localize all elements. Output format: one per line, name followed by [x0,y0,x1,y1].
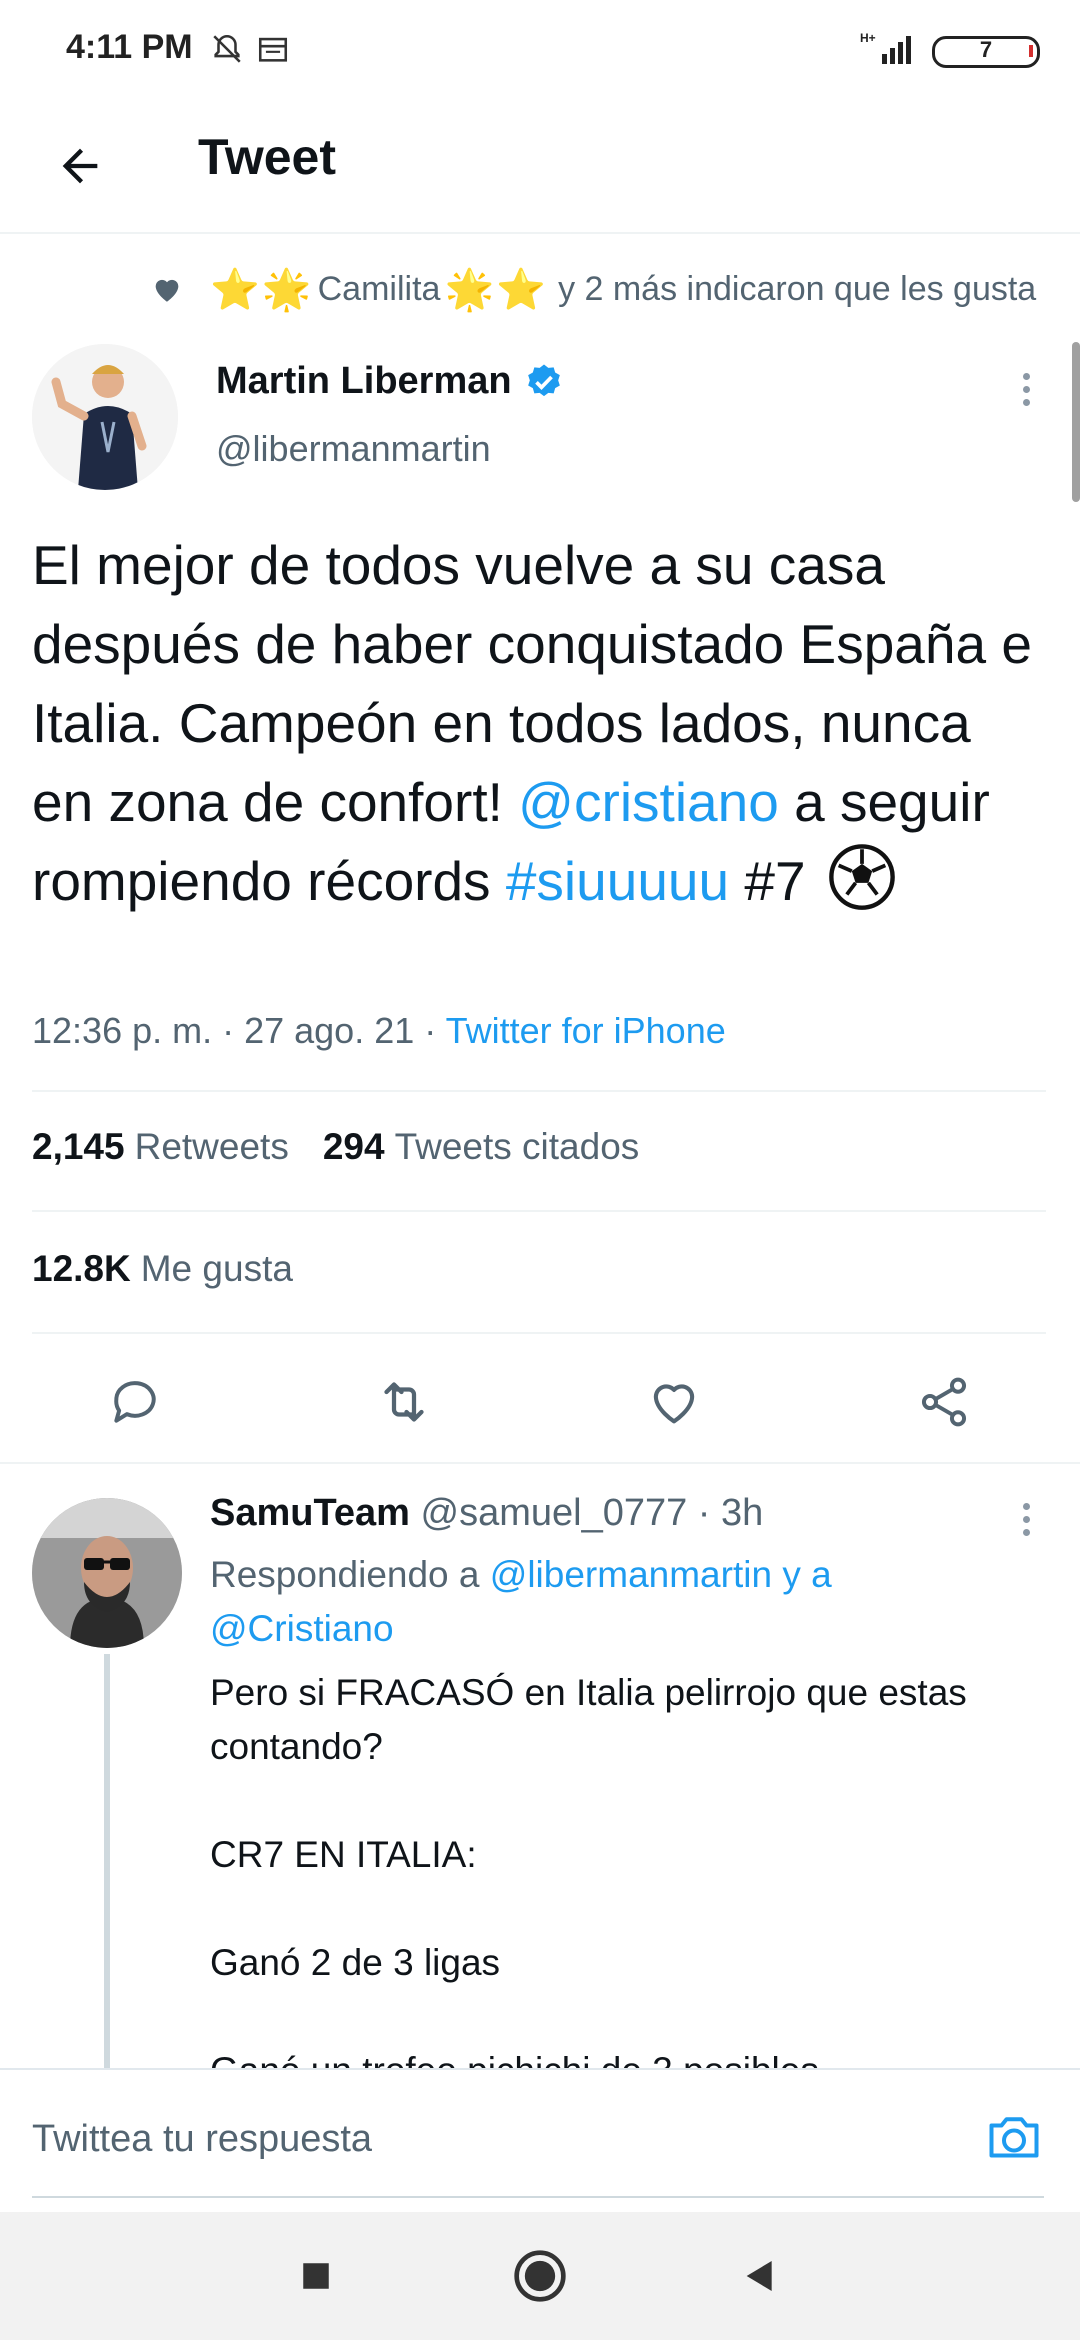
star-emoji-icon: ⭐ [210,267,260,312]
retweets-count[interactable]: 2,145 [32,1126,125,1168]
square-icon [303,2263,329,2289]
heart-filled-icon [155,279,179,302]
home-circle-icon [514,2250,566,2302]
author-handle[interactable]: @libermanmartin [216,428,491,470]
svg-text:H+: H+ [860,31,876,45]
reply-more-options-button[interactable] [1006,1494,1046,1544]
divider [32,1332,1046,1334]
like-stats: 12.8K Me gusta [32,1248,293,1290]
likes-count[interactable]: 12.8K [32,1248,131,1290]
like-button[interactable] [638,1366,710,1438]
replying-to: Respondiendo a @libermanmartin y a @Cris… [210,1548,1010,1656]
reply-author-handle[interactable]: @samuel_0777 · 3h [410,1492,763,1534]
retweet-icon [384,1382,424,1422]
system-navigation-bar [0,2212,1080,2340]
scrollbar[interactable] [1072,342,1080,502]
replying-prefix: Respondiendo a [210,1554,490,1595]
share-button[interactable] [908,1366,980,1438]
reply-line: CR7 EN ITALIA: [210,1834,477,1875]
back-nav-button[interactable] [730,2246,790,2306]
hashtag-link[interactable]: #siuuuuu [506,850,729,912]
tweet-source[interactable]: Twitter for iPhone [446,1010,726,1051]
author-name-row[interactable]: Martin Liberman [216,360,564,403]
tweet-timestamp: 12:36 p. m. · 27 ago. 21 · Twitter for i… [32,1010,726,1052]
heart-icon [653,1384,695,1424]
retweet-button[interactable] [368,1366,440,1438]
home-button[interactable] [510,2246,570,2306]
divider [0,1462,1080,1464]
reply-header: SamuTeam @samuel_0777 · 3h [210,1492,763,1535]
reply-line: Pero si FRACASÓ en Italia pelirrojo que … [210,1672,967,1767]
star-emoji-icon: ⭐ [496,267,547,312]
author-name[interactable]: Martin Liberman [216,360,512,403]
reply-author-name[interactable]: SamuTeam [210,1492,410,1534]
battery-level: 7 [979,37,993,62]
likes-label[interactable]: Me gusta [141,1248,293,1290]
thread-line [104,1654,110,2074]
soccer-ball-icon [829,844,895,910]
reply-input[interactable]: Twittea tu respuesta [32,2118,372,2161]
input-underline [32,2196,1044,2198]
reply-author-avatar[interactable] [32,1498,182,1648]
page-title: Tweet [198,129,336,185]
triangle-back-icon [746,2261,772,2291]
share-icon [921,1377,967,1427]
retweets-label[interactable]: Retweets [135,1126,289,1168]
replying-to-link[interactable]: @libermanmartin y a [490,1554,832,1595]
back-button[interactable] [44,130,116,202]
divider [32,1090,1046,1092]
reply-icon [114,1381,156,1423]
tweet-text: El mejor de todos vuelve a su casa despu… [32,526,1042,921]
battery-icon: 7 [932,36,1040,68]
timestamp-text[interactable]: 12:36 p. m. · 27 ago. 21 · [32,1010,446,1051]
tweet-body-tail: #7 [729,850,806,912]
more-options-button[interactable] [1006,364,1046,414]
reply-button[interactable] [99,1366,171,1438]
camera-icon[interactable] [982,2108,1046,2168]
status-icons [210,32,290,71]
status-time: 4:11 PM [66,28,193,66]
reply-text: Pero si FRACASÓ en Italia pelirrojo que … [210,1666,1050,2098]
recents-button[interactable] [286,2246,346,2306]
verified-badge-icon [527,364,560,396]
status-bar: 4:11 PM H+ 7 [0,0,1080,100]
reply-line: Ganó 2 de 3 ligas [210,1942,501,1983]
mention-link[interactable]: @cristiano [518,771,779,833]
quotes-label[interactable]: Tweets citados [395,1126,640,1168]
glowing-star-emoji-icon: 🌟 [444,267,495,312]
author-avatar[interactable] [32,344,178,490]
signal-icon: H+ [860,30,920,71]
replying-to-link[interactable]: @Cristiano [210,1608,394,1649]
retweet-stats: 2,145 Retweets 294 Tweets citados [32,1126,639,1168]
app-header: Tweet [0,100,1080,234]
tweet-actions [0,1350,1080,1450]
arrow-left-icon [62,148,98,184]
glowing-star-emoji-icon: 🌟 [261,267,312,312]
quotes-count[interactable]: 294 [323,1126,385,1168]
social-context[interactable]: ⭐ 🌟 Camilita 🌟 ⭐ y 2 más indicaron que les… [150,264,1036,314]
notifications-muted-icon [213,34,241,63]
social-context-text: y 2 más indicaron que les gusta [558,269,1037,308]
calendar-icon [259,37,288,62]
liker-name: Camilita [317,269,441,308]
reply-compose-bar: Twittea tu respuesta [0,2068,1080,2212]
divider [32,1210,1046,1212]
